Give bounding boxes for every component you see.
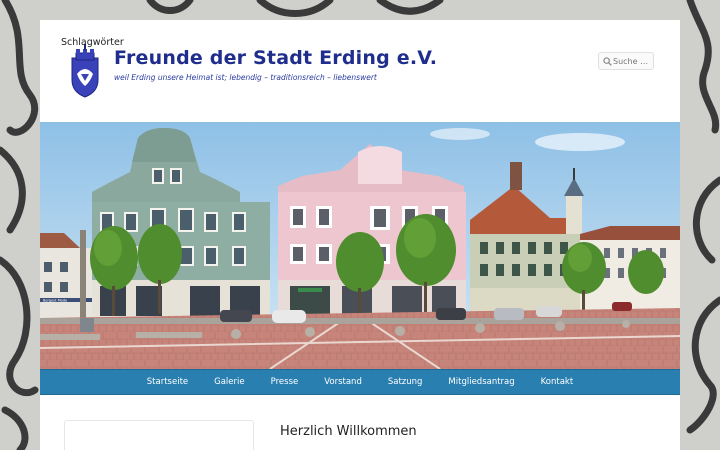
page-container: Freunde der Stadt Erding e.V. weil Erdin… (40, 20, 680, 450)
site-description: weil Erding unsere Heimat ist; lebendig … (114, 73, 377, 82)
city-crest-logo[interactable] (68, 44, 102, 98)
main-navigation: Startseite Galerie Presse Vorstand Satzu… (40, 369, 680, 395)
nav-item-startseite[interactable]: Startseite (134, 369, 201, 395)
nav-item-satzung[interactable]: Satzung (375, 369, 436, 395)
tag-cloud-widget (64, 420, 254, 450)
search-box[interactable] (598, 52, 654, 70)
nav-item-kontakt[interactable]: Kontakt (528, 369, 587, 395)
nav-item-mitgliedsantrag[interactable]: Mitgliedsantrag (435, 369, 527, 395)
header-image: Bergest Mode (40, 122, 680, 369)
page-heading: Herzlich Willkommen (280, 424, 417, 439)
shop-sign-text: Bergest Mode (43, 299, 67, 303)
nav-item-galerie[interactable]: Galerie (201, 369, 257, 395)
nav-item-vorstand[interactable]: Vorstand (311, 369, 375, 395)
widget-title: Schlagwörter (61, 37, 124, 48)
nav-item-presse[interactable]: Presse (258, 369, 312, 395)
search-input[interactable] (613, 54, 653, 68)
site-title[interactable]: Freunde der Stadt Erding e.V. (114, 47, 437, 69)
search-icon (603, 57, 612, 66)
